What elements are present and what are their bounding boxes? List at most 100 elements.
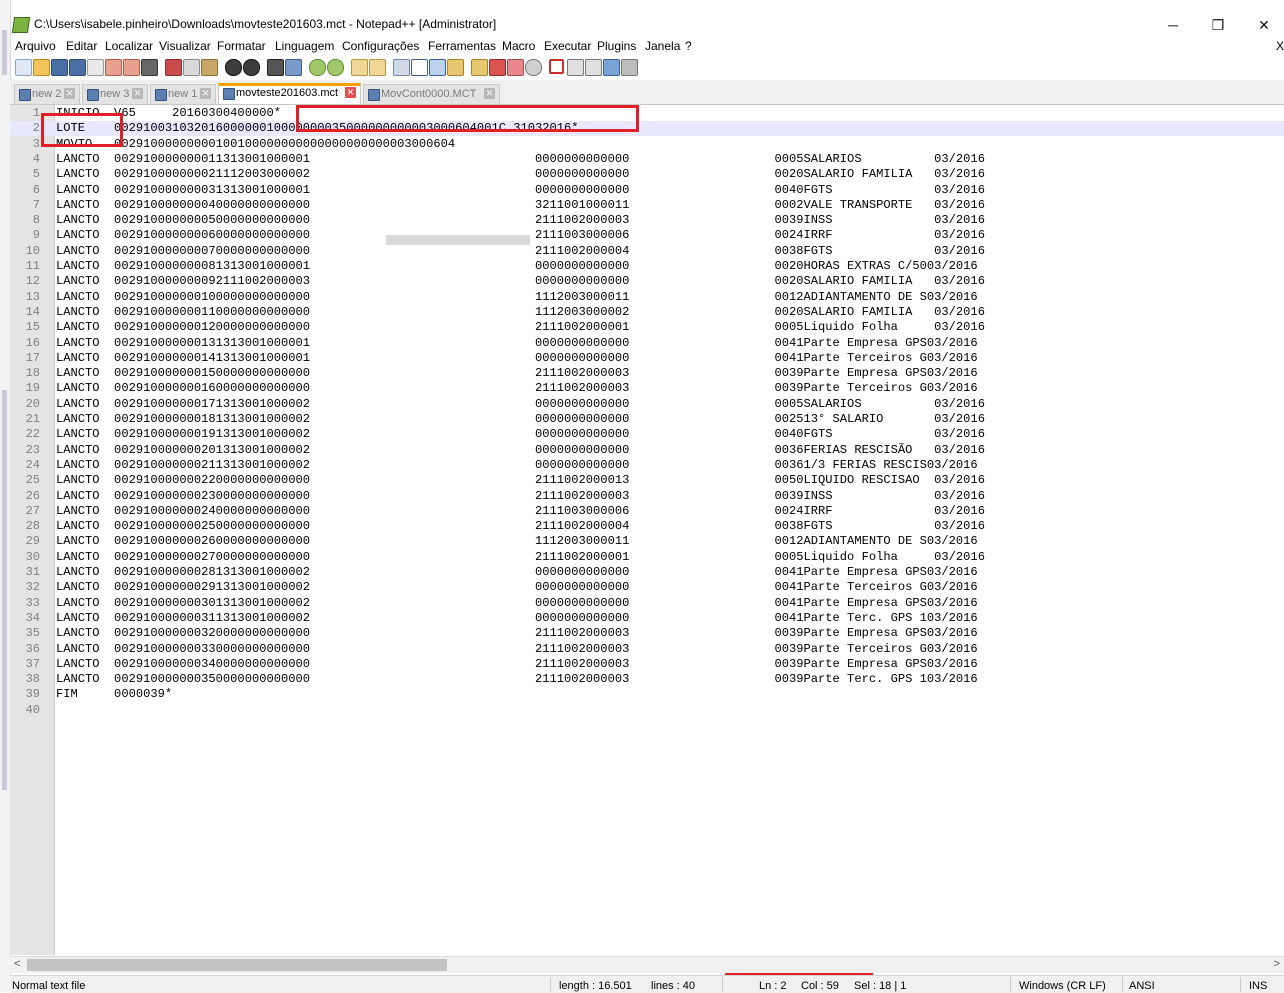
tab-close-icon[interactable]: ✕ [64, 88, 75, 99]
editor-line[interactable]: 4 LANCTO 002910000000011313001000001 0000… [10, 152, 1284, 167]
menu-formatar[interactable]: Formatar [217, 39, 266, 53]
menu-visualizar[interactable]: Visualizar [159, 39, 211, 53]
editor-line[interactable]: 10 LANCTO 002910000000070000000000000 211… [10, 244, 1284, 259]
sync-vertical-icon[interactable] [351, 59, 368, 76]
word-wrap-icon[interactable] [393, 59, 410, 76]
editor-line[interactable]: 38 LANCTO 002910000000350000000000000 211… [10, 672, 1284, 687]
tab-new-2[interactable]: new 2 ✕ [14, 84, 80, 104]
editor-line[interactable]: 6 LANCTO 002910000000031313001000001 0000… [10, 183, 1284, 198]
editor-line[interactable]: 32 LANCTO 002910000000291313001000002 000… [10, 580, 1284, 595]
editor-line[interactable]: 2 LOTE 0029100310320160000001000000003500… [10, 121, 1284, 137]
tab-new-1[interactable]: new 1 ✕ [150, 84, 216, 104]
menu-macro[interactable]: Macro [502, 39, 535, 53]
editor-line[interactable]: 40 [10, 703, 1284, 718]
editor-line[interactable]: 35 LANCTO 002910000000320000000000000 211… [10, 626, 1284, 641]
restore-button[interactable]: ❐ [1198, 14, 1238, 36]
editor-line[interactable]: 17 LANCTO 002910000000141313001000001 000… [10, 351, 1284, 366]
editor-line[interactable]: 3 MOVTO 002910000000001001000000000000000… [10, 137, 1284, 152]
menu-arquivo[interactable]: Arquivo [15, 39, 56, 53]
menu-localizar[interactable]: Localizar [105, 39, 153, 53]
tab-new-3[interactable]: new 3 ✕ [82, 84, 148, 104]
editor-line[interactable]: 7 LANCTO 002910000000040000000000000 3211… [10, 198, 1284, 213]
tab-close-icon[interactable]: ✕ [484, 88, 495, 99]
zoom-out-icon[interactable] [327, 59, 344, 76]
editor-line[interactable]: 20 LANCTO 002910000000171313001000002 000… [10, 397, 1284, 412]
scrollbar-thumb[interactable] [27, 959, 447, 971]
close-file-icon[interactable] [87, 59, 104, 76]
tab-movteste201603[interactable]: movteste201603.mct ✕ [218, 83, 361, 104]
menu-linguagem[interactable]: Linguagem [275, 39, 334, 53]
editor-line[interactable]: 16 LANCTO 002910000000131313001000001 000… [10, 336, 1284, 351]
print-icon[interactable] [141, 59, 158, 76]
scroll-right-icon[interactable]: > [1274, 958, 1280, 970]
close-button[interactable]: ✕ [1244, 14, 1284, 36]
close-all-icon[interactable] [105, 59, 122, 76]
editor-line[interactable]: 15 LANCTO 002910000000120000000000000 211… [10, 320, 1284, 335]
editor-line[interactable]: 13 LANCTO 002910000000100000000000000 111… [10, 290, 1284, 305]
open-file-icon[interactable] [33, 59, 50, 76]
editor-line[interactable]: 28 LANCTO 002910000000250000000000000 211… [10, 519, 1284, 534]
editor-line[interactable]: 11 LANCTO 002910000000081313001000001 000… [10, 259, 1284, 274]
editor-line[interactable]: 36 LANCTO 002910000000330000000000000 211… [10, 642, 1284, 657]
editor-line[interactable]: 22 LANCTO 002910000000191313001000002 000… [10, 427, 1284, 442]
editor-line[interactable]: 23 LANCTO 002910000000201313001000002 000… [10, 443, 1284, 458]
menu-editar[interactable]: Editar [66, 39, 97, 53]
text-editor[interactable]: 1 INICIO V65 20160300400000* 2 LOTE 0029100… [10, 105, 1284, 955]
copy-icon[interactable] [183, 59, 200, 76]
cut-icon[interactable] [165, 59, 182, 76]
menu-executar[interactable]: Executar [544, 39, 591, 53]
doc-map-icon[interactable] [447, 59, 464, 76]
editor-line[interactable]: 14 LANCTO 002910000000110000000000000 111… [10, 305, 1284, 320]
editor-line[interactable]: 25 LANCTO 002910000000220000000000000 211… [10, 473, 1284, 488]
menu-janela[interactable]: Janela [645, 39, 680, 53]
new-file-icon[interactable] [15, 59, 32, 76]
editor-line[interactable]: 29 LANCTO 002910000000260000000000000 111… [10, 534, 1284, 549]
save-macro-icon[interactable] [621, 59, 638, 76]
undo-icon[interactable] [225, 59, 242, 76]
tab-movcont0000[interactable]: MovCont0000.MCT ✕ [363, 84, 500, 104]
menu-ferramentas[interactable]: Ferramentas [428, 39, 496, 53]
editor-line[interactable]: 24 LANCTO 002910000000211313001000002 000… [10, 458, 1284, 473]
sync-horizontal-icon[interactable] [369, 59, 386, 76]
tab-close-icon[interactable]: ✕ [132, 88, 143, 99]
editor-line[interactable]: 39 FIM 0000039* [10, 687, 1284, 702]
editor-line[interactable]: 19 LANCTO 002910000000160000000000000 211… [10, 381, 1284, 396]
play-macro-icon[interactable] [585, 59, 602, 76]
menu-help[interactable]: ? [685, 39, 692, 53]
show-all-chars-icon[interactable] [411, 59, 428, 76]
indent-guide-icon[interactable] [429, 59, 446, 76]
horizontal-scrollbar[interactable]: < > [10, 956, 1284, 973]
tab-close-icon[interactable]: ✕ [345, 87, 356, 98]
record-macro-icon[interactable] [549, 59, 564, 74]
editor-line[interactable]: 8 LANCTO 002910000000050000000000000 2111… [10, 213, 1284, 228]
editor-line[interactable]: 5 LANCTO 002910000000021112003000002 0000… [10, 167, 1284, 182]
save-icon[interactable] [51, 59, 68, 76]
editor-line[interactable]: 33 LANCTO 002910000000301313001000002 000… [10, 596, 1284, 611]
editor-line[interactable]: 34 LANCTO 002910000000311313001000002 000… [10, 611, 1284, 626]
editor-line[interactable]: 27 LANCTO 002910000000240000000000000 211… [10, 504, 1284, 519]
editor-line[interactable]: 37 LANCTO 002910000000340000000000000 211… [10, 657, 1284, 672]
editor-line[interactable]: 1 INICIO V65 20160300400000* [10, 106, 1284, 121]
save-all-icon[interactable] [69, 59, 86, 76]
stop-macro-icon[interactable] [567, 59, 584, 76]
redo-icon[interactable] [243, 59, 260, 76]
menu-plugins[interactable]: Plugins [597, 39, 636, 53]
editor-line[interactable]: 12 LANCTO 002910000000092111002000003 000… [10, 274, 1284, 289]
zoom-in-icon[interactable] [309, 59, 326, 76]
editor-line[interactable]: 18 LANCTO 002910000000150000000000000 211… [10, 366, 1284, 381]
editor-line[interactable]: 9 LANCTO 002910000000060000000000000 2111… [10, 228, 1284, 243]
editor-line[interactable]: 31 LANCTO 002910000000281313001000002 000… [10, 565, 1284, 580]
run-macro-multiple-icon[interactable] [603, 59, 620, 76]
find-icon[interactable] [267, 59, 284, 76]
scroll-left-icon[interactable]: < [14, 958, 20, 970]
folder-workspace-icon[interactable] [489, 59, 506, 76]
replace-icon[interactable] [285, 59, 302, 76]
paste-icon[interactable] [201, 59, 218, 76]
tab-close-icon[interactable]: ✕ [200, 88, 211, 99]
menu-configuracoes[interactable]: Configurações [342, 39, 419, 53]
editor-line[interactable]: 21 LANCTO 002910000000181313001000002 000… [10, 412, 1284, 427]
close-others-icon[interactable] [123, 59, 140, 76]
editor-line[interactable]: 30 LANCTO 002910000000270000000000000 211… [10, 550, 1284, 565]
function-list-icon[interactable] [471, 59, 488, 76]
document-close-button[interactable]: X [1276, 39, 1284, 53]
